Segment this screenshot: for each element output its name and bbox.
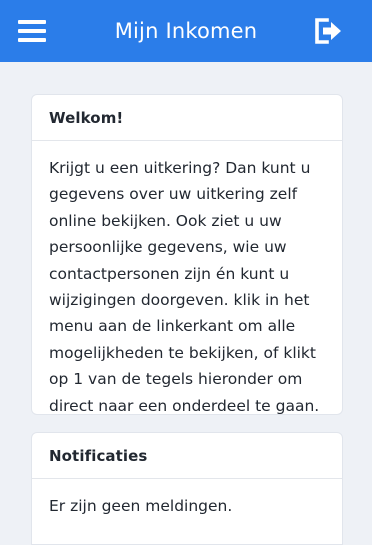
hamburger-menu-icon[interactable] xyxy=(18,18,46,44)
top-app-bar: Mijn Inkomen xyxy=(0,0,372,62)
notifications-card: Notificaties Er zijn geen meldingen. xyxy=(31,432,343,545)
welcome-card-title: Welkom! xyxy=(32,95,342,141)
page-title: Mijn Inkomen xyxy=(114,18,258,43)
logout-icon[interactable] xyxy=(314,17,344,45)
app-screen: Mijn Inkomen Welkom! Krijgt u een uitker… xyxy=(0,0,372,545)
notifications-empty-text: Er zijn geen meldingen. xyxy=(49,497,233,515)
welcome-card-text: Krijgt u een uitkering? Dan kunt u gegev… xyxy=(49,159,320,415)
welcome-card: Welkom! Krijgt u een uitkering? Dan kunt… xyxy=(31,94,343,415)
notifications-card-title: Notificaties xyxy=(32,433,342,479)
